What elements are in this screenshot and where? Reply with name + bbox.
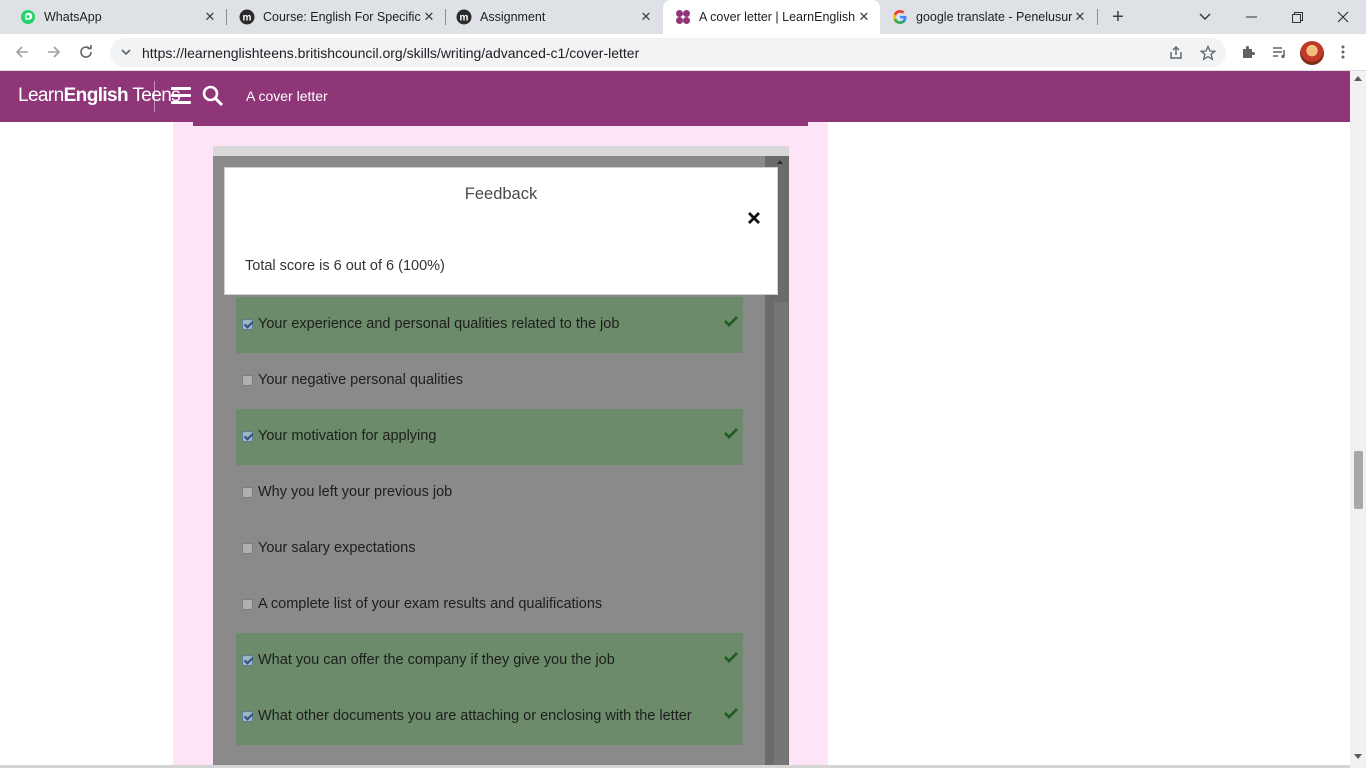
option-row[interactable]: A complete list of your exam results and… bbox=[236, 577, 743, 633]
tab-course[interactable]: m Course: English For Specific P ✕ bbox=[227, 0, 445, 34]
option-label: What you can offer the company if they g… bbox=[258, 652, 615, 668]
moodle-icon: m bbox=[456, 9, 472, 25]
svg-text:m: m bbox=[460, 13, 469, 24]
reload-icon bbox=[80, 45, 92, 58]
checkmark-icon bbox=[724, 314, 738, 332]
playlist-icon bbox=[1273, 47, 1285, 59]
tab-cover-letter[interactable]: A cover letter | LearnEnglish ✕ bbox=[663, 0, 880, 34]
option-label: What other documents you are attaching o… bbox=[258, 708, 692, 724]
option-label: Why you left your previous job bbox=[258, 484, 453, 500]
option-row[interactable]: What other documents you are attaching o… bbox=[236, 689, 743, 745]
content-accent-bar bbox=[193, 122, 808, 126]
tab-assignment[interactable]: m Assignment ✕ bbox=[446, 0, 662, 34]
tab-title: Assignment bbox=[480, 10, 546, 24]
close-icon[interactable]: ✕ bbox=[1072, 9, 1088, 25]
page-title: A cover letter bbox=[246, 88, 328, 104]
chevron-down-icon bbox=[1199, 13, 1211, 20]
checkmark-icon bbox=[724, 706, 738, 724]
whatsapp-icon bbox=[20, 9, 36, 25]
option-checkbox[interactable] bbox=[242, 711, 253, 722]
option-row[interactable]: Your experience and personal qualities r… bbox=[236, 297, 743, 353]
puzzle-icon bbox=[1243, 46, 1255, 58]
logo-divider bbox=[154, 81, 155, 112]
reload-button[interactable] bbox=[74, 40, 98, 64]
minimize-button[interactable] bbox=[1228, 0, 1274, 34]
browser-toolbar: https://learnenglishteens.britishcouncil… bbox=[0, 34, 1366, 71]
profile-avatar[interactable] bbox=[1300, 41, 1324, 65]
option-label: A complete list of your exam results and… bbox=[258, 596, 603, 612]
site-header: LearnEnglish Teens A cover letter bbox=[0, 71, 1350, 122]
close-icon[interactable]: ✕ bbox=[638, 9, 654, 25]
tab-title: google translate - Penelusura bbox=[916, 10, 1072, 24]
option-label: Your motivation for applying bbox=[258, 428, 437, 444]
close-icon[interactable] bbox=[747, 211, 761, 225]
hamburger-menu-icon[interactable] bbox=[171, 87, 191, 105]
arrow-left-icon bbox=[15, 46, 28, 58]
tab-search-button[interactable] bbox=[1182, 0, 1228, 34]
option-label: Your salary expectations bbox=[258, 540, 416, 556]
tab-title: A cover letter | LearnEnglish bbox=[699, 10, 856, 24]
scroll-down-arrow-icon[interactable] bbox=[1354, 754, 1362, 759]
tab-title: WhatsApp bbox=[44, 10, 102, 24]
restore-button[interactable] bbox=[1274, 0, 1320, 34]
option-checkbox[interactable] bbox=[242, 599, 253, 610]
option-label: Your experience and personal qualities r… bbox=[258, 316, 620, 332]
forward-button[interactable] bbox=[42, 40, 66, 64]
more-vertical-icon bbox=[1341, 45, 1345, 59]
svg-text:m: m bbox=[243, 13, 252, 24]
option-label: Your negative personal qualities bbox=[258, 372, 464, 388]
option-checkbox[interactable] bbox=[242, 375, 253, 386]
option-row[interactable]: Your motivation for applying bbox=[236, 409, 743, 465]
url-text: https://learnenglishteens.britishcouncil… bbox=[142, 45, 640, 61]
option-checkbox[interactable] bbox=[242, 543, 253, 554]
share-icon[interactable] bbox=[1166, 43, 1186, 63]
tab-whatsapp[interactable]: WhatsApp ✕ bbox=[0, 0, 226, 34]
moodle-icon: m bbox=[239, 9, 255, 25]
restore-icon bbox=[1291, 11, 1303, 23]
tab-google-translate[interactable]: google translate - Penelusura ✕ bbox=[880, 0, 1096, 34]
search-icon[interactable] bbox=[202, 85, 224, 112]
checkmark-icon bbox=[724, 426, 738, 444]
scroll-up-arrow-icon[interactable] bbox=[1354, 76, 1362, 81]
option-checkbox[interactable] bbox=[242, 487, 253, 498]
option-row[interactable]: Your negative personal qualities bbox=[236, 353, 743, 409]
logo-text-learn: Learn bbox=[18, 85, 64, 106]
address-bar[interactable]: https://learnenglishteens.britishcouncil… bbox=[110, 38, 1226, 67]
option-row[interactable]: Why you left your previous job bbox=[236, 465, 743, 521]
site-info-icon[interactable] bbox=[120, 45, 132, 64]
close-window-button[interactable] bbox=[1320, 0, 1366, 34]
checkmark-icon bbox=[724, 650, 738, 668]
google-icon bbox=[892, 9, 908, 25]
back-button[interactable] bbox=[10, 40, 34, 64]
new-tab-button[interactable]: + bbox=[1108, 7, 1128, 27]
dialog-title: Feedback bbox=[464, 185, 538, 203]
scrollbar-thumb[interactable] bbox=[1354, 451, 1363, 509]
chrome-menu-button[interactable] bbox=[1331, 40, 1355, 64]
feedback-dialog: Feedback Total score is 6 out of 6 (100%… bbox=[224, 167, 778, 295]
minimize-icon bbox=[1245, 16, 1257, 18]
logo-text-english: English bbox=[63, 85, 129, 106]
score-text: Total score is 6 out of 6 (100%) bbox=[245, 258, 445, 274]
option-checkbox[interactable] bbox=[242, 655, 253, 666]
bookmark-star-icon[interactable] bbox=[1198, 43, 1218, 63]
extensions-button[interactable] bbox=[1236, 40, 1260, 64]
option-checkbox[interactable] bbox=[242, 319, 253, 330]
page-scrollbar[interactable] bbox=[1350, 71, 1366, 768]
close-icon[interactable]: ✕ bbox=[421, 9, 437, 25]
close-icon[interactable]: ✕ bbox=[202, 9, 218, 25]
media-control-button[interactable] bbox=[1267, 40, 1291, 64]
close-icon bbox=[1337, 11, 1349, 23]
scrollbar-thumb[interactable] bbox=[774, 302, 788, 768]
learnenglish-icon bbox=[675, 9, 691, 25]
option-checkbox[interactable] bbox=[242, 431, 253, 442]
arrow-right-icon bbox=[48, 46, 61, 58]
option-row[interactable]: What you can offer the company if they g… bbox=[236, 633, 743, 689]
option-row[interactable]: Your salary expectations bbox=[236, 521, 743, 577]
close-icon[interactable]: ✕ bbox=[856, 9, 872, 25]
scroll-up-arrow-icon[interactable] bbox=[777, 160, 783, 164]
site-logo[interactable]: LearnEnglish Teens bbox=[18, 85, 181, 107]
browser-tab-strip: WhatsApp ✕ m Course: English For Specifi… bbox=[0, 0, 1366, 34]
tab-title: Course: English For Specific P bbox=[263, 10, 421, 24]
tab-separator bbox=[1097, 9, 1098, 25]
